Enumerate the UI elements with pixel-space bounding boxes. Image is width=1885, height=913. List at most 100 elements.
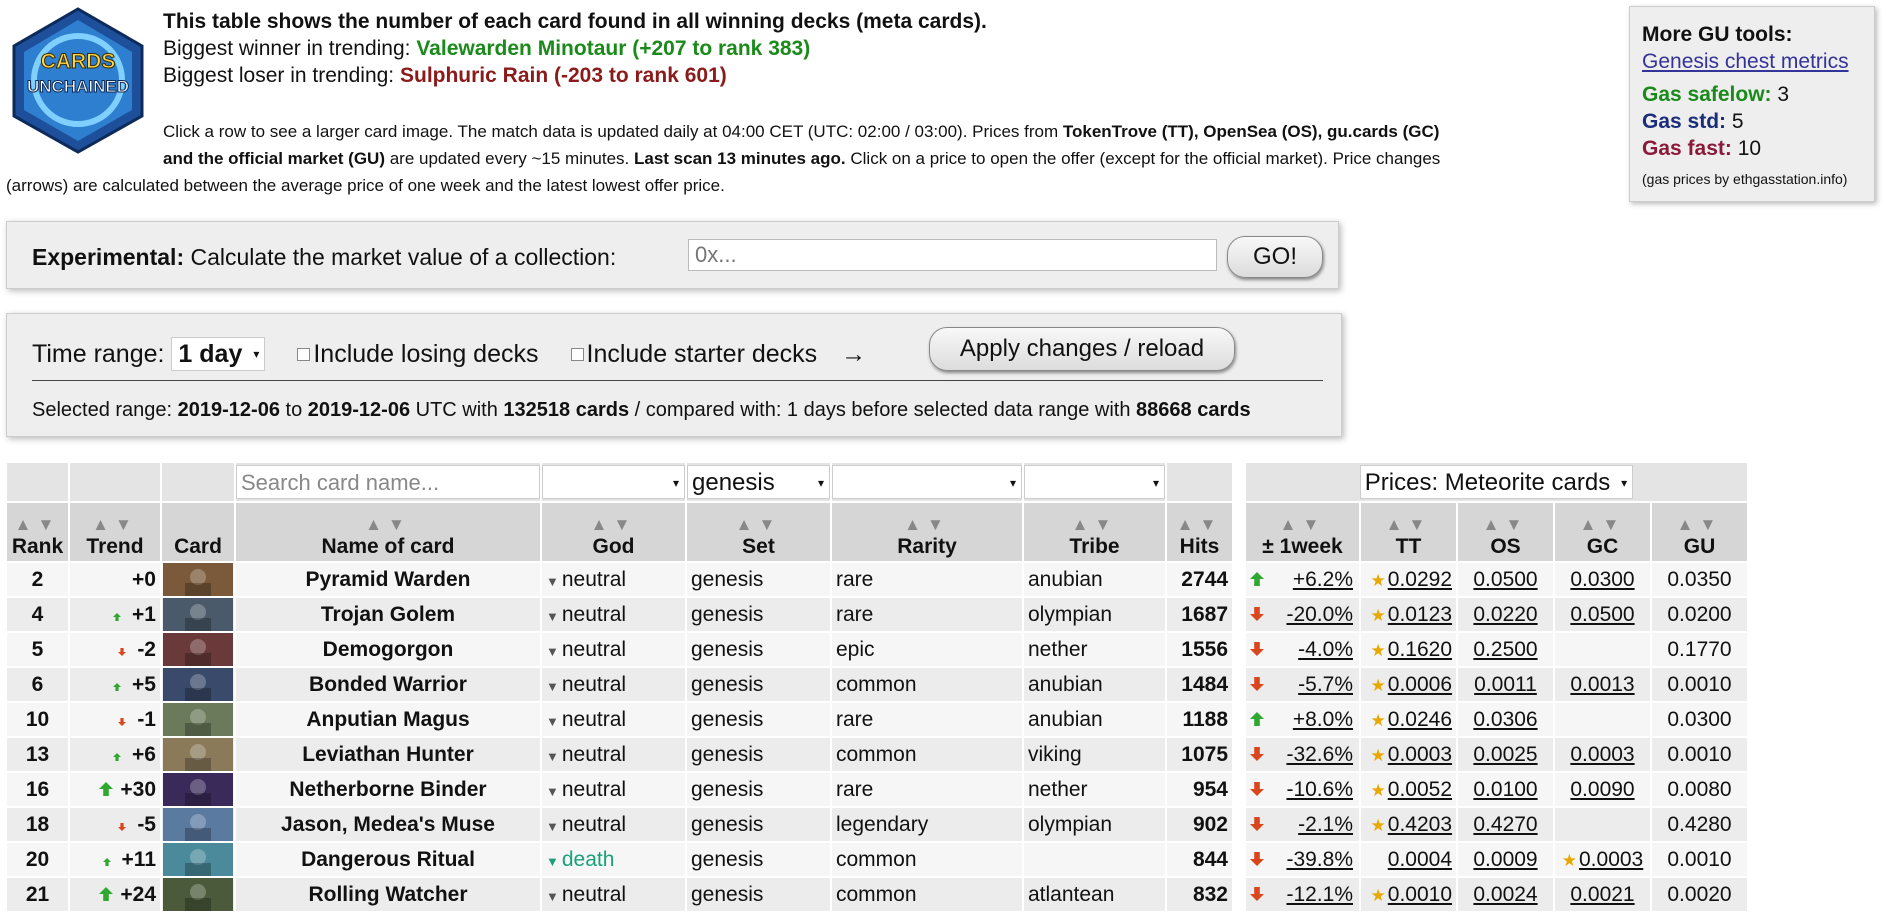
star-icon: ★ xyxy=(1370,710,1386,730)
collection-address-input[interactable] xyxy=(688,239,1217,271)
table-row[interactable]: 5 -2 Demogorgon ▼ neutral genesis epic nether 1… xyxy=(7,633,1232,666)
week-change-header[interactable]: ▲▼ ± 1week xyxy=(1246,503,1359,561)
table-row[interactable]: 4 +1 Trojan Golem ▼ neutral genesis rare olymp… xyxy=(7,598,1232,631)
price-row[interactable]: -32.6% ★0.0003 0.0025 0.0003 0.0010 xyxy=(1246,738,1747,771)
price-row[interactable]: +8.0% ★0.0246 0.0306 0.0300 xyxy=(1246,703,1747,736)
gc-price[interactable]: 0.0003 xyxy=(1555,738,1650,771)
experimental-panel: Experimental: Calculate the market value… xyxy=(6,221,1339,289)
price-row[interactable]: -39.8% 0.0004 0.0009 ★0.0003 0.0010 xyxy=(1246,843,1747,876)
star-icon: ★ xyxy=(1370,815,1386,835)
rarity-filter-select[interactable]: ▾ xyxy=(832,465,1022,499)
tt-header[interactable]: ▲▼ TT xyxy=(1361,503,1456,561)
os-price[interactable]: 0.0100 xyxy=(1458,773,1553,806)
os-price[interactable]: 0.0024 xyxy=(1458,878,1553,911)
card-thumbnail[interactable] xyxy=(162,668,234,701)
card-thumbnail[interactable] xyxy=(162,843,234,876)
god-icon: ▼ xyxy=(546,818,559,834)
table-row[interactable]: 2 +0 Pyramid Warden ▼ neutral genesis rare anu… xyxy=(7,563,1232,596)
trend-cell: +30 xyxy=(70,773,160,806)
price-row[interactable]: -4.0% ★0.1620 0.2500 0.1770 xyxy=(1246,633,1747,666)
tribe-header[interactable]: ▲▼ Tribe xyxy=(1024,503,1165,561)
os-price[interactable]: 0.0500 xyxy=(1458,563,1553,596)
hits-header[interactable]: ▲▼ Hits xyxy=(1167,503,1232,561)
table-row[interactable]: 20 +11 Dangerous Ritual ▼ death genesis commo… xyxy=(7,843,1232,876)
card-thumbnail[interactable] xyxy=(162,703,234,736)
tt-price[interactable]: ★0.0123 xyxy=(1361,598,1456,631)
tt-price[interactable]: ★0.0006 xyxy=(1361,668,1456,701)
table-row[interactable]: 21 +24 Rolling Watcher ▼ neutral genesis comm… xyxy=(7,878,1232,911)
go-button[interactable]: GO! xyxy=(1227,236,1323,278)
os-price[interactable]: 0.0306 xyxy=(1458,703,1553,736)
tt-price[interactable]: ★0.1620 xyxy=(1361,633,1456,666)
tt-price[interactable]: ★0.0010 xyxy=(1361,878,1456,911)
os-price[interactable]: 0.0220 xyxy=(1458,598,1553,631)
price-row[interactable]: -5.7% ★0.0006 0.0011 0.0013 0.0010 xyxy=(1246,668,1747,701)
include-losing-checkbox[interactable] xyxy=(297,347,311,361)
card-thumbnail[interactable] xyxy=(162,598,234,631)
time-range-select[interactable]: 1 day ▾ xyxy=(171,337,266,371)
card-art-image xyxy=(163,843,233,876)
god-header[interactable]: ▲▼ God xyxy=(542,503,685,561)
trend-up-icon xyxy=(102,857,111,866)
card-thumbnail[interactable] xyxy=(162,878,234,911)
tt-price[interactable]: 0.0004 xyxy=(1361,843,1456,876)
price-row[interactable]: -10.6% ★0.0052 0.0100 0.0090 0.0080 xyxy=(1246,773,1747,806)
gc-price[interactable]: 0.0013 xyxy=(1555,668,1650,701)
trend-header[interactable]: ▲▼ Trend xyxy=(70,503,160,561)
tt-price[interactable]: ★0.0052 xyxy=(1361,773,1456,806)
tribe-cell: olympian xyxy=(1024,808,1165,841)
price-row[interactable]: +6.2% ★0.0292 0.0500 0.0300 0.0350 xyxy=(1246,563,1747,596)
gc-price[interactable]: ★0.0003 xyxy=(1555,843,1650,876)
card-name: Bonded Warrior xyxy=(236,668,540,701)
gc-price[interactable] xyxy=(1555,703,1650,736)
apply-reload-button[interactable]: Apply changes / reload xyxy=(929,327,1235,371)
table-row[interactable]: 13 +6 Leviathan Hunter ▼ neutral genesis comm… xyxy=(7,738,1232,771)
os-price[interactable]: 0.0011 xyxy=(1458,668,1553,701)
card-thumbnail[interactable] xyxy=(162,773,234,806)
gc-price[interactable]: 0.0500 xyxy=(1555,598,1650,631)
gc-header[interactable]: ▲▼ GC xyxy=(1555,503,1650,561)
svg-text:UNCHAINED: UNCHAINED xyxy=(27,77,129,96)
gc-price[interactable]: 0.0021 xyxy=(1555,878,1650,911)
tribe-filter-select[interactable]: ▾ xyxy=(1024,465,1165,499)
table-row[interactable]: 10 -1 Anputian Magus ▼ neutral genesis rare an… xyxy=(7,703,1232,736)
table-row[interactable]: 18 -5 Jason, Medea's Muse ▼ neutral genesis l… xyxy=(7,808,1232,841)
gu-header[interactable]: ▲▼ GU xyxy=(1652,503,1747,561)
os-price[interactable]: 0.4270 xyxy=(1458,808,1553,841)
card-thumbnail[interactable] xyxy=(162,563,234,596)
hits-cell: 1687 xyxy=(1167,598,1232,631)
gc-price[interactable] xyxy=(1555,808,1650,841)
card-thumbnail[interactable] xyxy=(162,808,234,841)
card-thumbnail[interactable] xyxy=(162,738,234,771)
os-price[interactable]: 0.2500 xyxy=(1458,633,1553,666)
card-thumbnail[interactable] xyxy=(162,633,234,666)
trend-down-icon xyxy=(1250,676,1264,691)
set-header[interactable]: ▲▼ Set xyxy=(687,503,830,561)
rank-header[interactable]: ▲▼ Rank xyxy=(7,503,68,561)
tt-price[interactable]: ★0.4203 xyxy=(1361,808,1456,841)
include-starter-checkbox[interactable] xyxy=(570,347,584,361)
price-row[interactable]: -2.1% ★0.4203 0.4270 0.4280 xyxy=(1246,808,1747,841)
rarity-header[interactable]: ▲▼ Rarity xyxy=(832,503,1022,561)
god-filter-select[interactable]: ▾ xyxy=(542,465,685,499)
name-header[interactable]: ▲▼ Name of card xyxy=(236,503,540,561)
os-price[interactable]: 0.0025 xyxy=(1458,738,1553,771)
prices-market-select[interactable]: Prices: Meteorite cards ▾ xyxy=(1359,465,1634,499)
gc-price[interactable]: 0.0090 xyxy=(1555,773,1650,806)
genesis-chest-metrics-link[interactable]: Genesis chest metrics xyxy=(1642,50,1849,73)
trend-down-icon xyxy=(1250,851,1264,866)
table-row[interactable]: 6 +5 Bonded Warrior ▼ neutral genesis common a… xyxy=(7,668,1232,701)
gc-price[interactable] xyxy=(1555,633,1650,666)
set-filter-select[interactable]: genesis ▾ xyxy=(687,465,830,499)
tt-price[interactable]: ★0.0292 xyxy=(1361,563,1456,596)
price-row[interactable]: -12.1% ★0.0010 0.0024 0.0021 0.0020 xyxy=(1246,878,1747,911)
tt-price[interactable]: ★0.0003 xyxy=(1361,738,1456,771)
search-card-input[interactable]: Search card name... xyxy=(236,465,540,499)
card-name: Trojan Golem xyxy=(236,598,540,631)
tt-price[interactable]: ★0.0246 xyxy=(1361,703,1456,736)
os-price[interactable]: 0.0009 xyxy=(1458,843,1553,876)
table-row[interactable]: 16 +30 Netherborne Binder ▼ neutral genesis r… xyxy=(7,773,1232,806)
gc-price[interactable]: 0.0300 xyxy=(1555,563,1650,596)
price-row[interactable]: -20.0% ★0.0123 0.0220 0.0500 0.0200 xyxy=(1246,598,1747,631)
os-header[interactable]: ▲▼ OS xyxy=(1458,503,1553,561)
